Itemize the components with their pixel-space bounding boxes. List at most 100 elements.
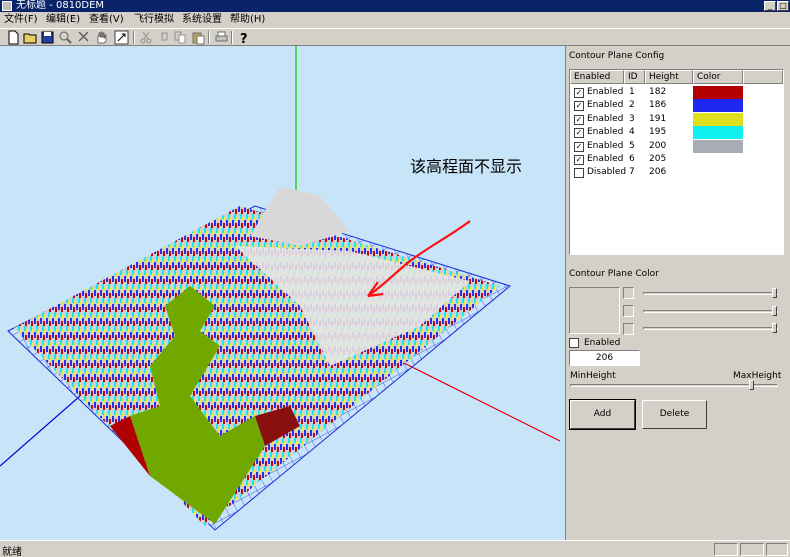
terrain-render: 该高程面不显示: [0, 46, 561, 531]
help-icon[interactable]: ?: [236, 30, 251, 47]
delete-button[interactable]: Delete: [642, 400, 707, 429]
green-slider[interactable]: [643, 306, 778, 316]
row-status: Enabled: [587, 100, 624, 111]
open-icon[interactable]: [23, 30, 38, 45]
row-checkbox[interactable]: [574, 168, 584, 179]
row-color-swatch[interactable]: [693, 139, 743, 153]
contour-row[interactable]: ✓ Enabled 2 186: [570, 99, 783, 113]
row-status: Enabled: [587, 127, 624, 138]
pan-hand-icon[interactable]: [94, 30, 109, 45]
status-text: 就绪: [2, 547, 22, 557]
new-icon[interactable]: [6, 30, 21, 45]
enabled-label: Enabled: [584, 338, 621, 348]
print-icon[interactable]: [214, 30, 229, 45]
toolbar-separator: [231, 31, 233, 44]
color-preview: [569, 287, 620, 334]
min-height-label: MinHeight: [570, 371, 616, 381]
row-status: Enabled: [587, 113, 624, 124]
row-checkbox[interactable]: ✓: [574, 141, 584, 152]
zoom-icon[interactable]: [58, 30, 73, 45]
contour-row[interactable]: Disabled 7 206: [570, 166, 783, 179]
col-enabled[interactable]: Enabled: [570, 70, 624, 84]
clipboard-icon[interactable]: [191, 30, 206, 45]
blue-slider-thumb[interactable]: [772, 323, 777, 333]
row-id: 2: [629, 100, 635, 111]
row-checkbox[interactable]: ✓: [574, 101, 584, 112]
minimize-button[interactable]: _: [764, 1, 776, 11]
row-color-swatch[interactable]: [693, 153, 743, 166]
height-slider-thumb[interactable]: [749, 380, 754, 390]
row-height: 206: [649, 167, 667, 178]
contour-row[interactable]: ✓ Enabled 6 205: [570, 153, 783, 166]
menu-file[interactable]: 文件(F): [4, 13, 38, 26]
toolbar-separator: [208, 31, 210, 44]
row-color-swatch[interactable]: [693, 99, 743, 113]
contour-row[interactable]: ✓ Enabled 4 195: [570, 126, 783, 140]
row-status: Enabled: [587, 154, 624, 164]
menu-flight-sim[interactable]: 飞行模拟: [134, 13, 174, 26]
col-height[interactable]: Height: [645, 70, 693, 84]
max-height-label: MaxHeight: [733, 371, 782, 381]
height-input[interactable]: 206: [569, 350, 640, 366]
height-slider[interactable]: [570, 380, 778, 390]
row-height: 191: [649, 113, 667, 124]
enabled-checkbox[interactable]: [569, 338, 579, 348]
maximize-button[interactable]: □: [777, 1, 789, 11]
menu-system-settings[interactable]: 系统设置: [182, 13, 222, 26]
contour-panel: Contour Plane Config Enabled ID Height C…: [566, 46, 790, 540]
status-pane: [714, 543, 738, 556]
green-channel-box: [623, 305, 634, 317]
row-status: Enabled: [587, 140, 624, 151]
row-color-swatch[interactable]: [693, 126, 743, 140]
row-checkbox[interactable]: ✓: [574, 128, 584, 139]
red-slider-thumb[interactable]: [772, 288, 777, 298]
contour-row[interactable]: ✓ Enabled 5 200: [570, 139, 783, 153]
title-bar: 无标题 - 0810DEM _ □: [0, 0, 790, 12]
window-title: 无标题 - 0810DEM: [16, 0, 105, 11]
paste-icon[interactable]: [173, 30, 188, 45]
row-checkbox[interactable]: ✓: [574, 88, 584, 98]
status-pane: [740, 543, 764, 556]
contour-list[interactable]: Enabled ID Height Color ✓ Enabled 1 182 ✓ Ena…: [569, 69, 784, 255]
cut-icon[interactable]: [139, 30, 154, 45]
row-color-swatch[interactable]: [693, 112, 743, 126]
red-slider[interactable]: [643, 288, 778, 298]
row-height: 182: [649, 87, 667, 97]
row-id: 5: [629, 140, 635, 151]
col-id[interactable]: ID: [624, 70, 645, 84]
config-title: Contour Plane Config: [569, 51, 665, 61]
select-icon[interactable]: [76, 30, 91, 45]
row-id: 3: [629, 113, 635, 124]
blue-slider[interactable]: [643, 323, 778, 333]
row-height: 186: [649, 100, 667, 111]
save-icon[interactable]: [40, 30, 55, 45]
menu-edit[interactable]: 编辑(E): [46, 13, 80, 26]
terrain-3d-view[interactable]: 该高程面不显示: [0, 46, 566, 540]
row-status: Enabled: [587, 87, 624, 97]
row-checkbox[interactable]: ✓: [574, 155, 584, 165]
red-channel-box: [623, 287, 634, 299]
contour-row[interactable]: ✓ Enabled 1 182: [570, 86, 783, 99]
contour-row[interactable]: ✓ Enabled 3 191: [570, 112, 783, 126]
blue-channel-box: [623, 323, 634, 335]
row-height: 200: [649, 140, 667, 151]
row-id: 4: [629, 127, 635, 138]
svg-text:?: ?: [240, 32, 248, 45]
app-icon: [2, 1, 12, 11]
rotate-icon[interactable]: [114, 30, 129, 45]
row-color-swatch[interactable]: [693, 86, 743, 99]
col-empty: [743, 70, 783, 84]
add-button[interactable]: Add: [569, 399, 636, 430]
copy-icon[interactable]: [157, 30, 172, 45]
toolbar-separator: [133, 31, 135, 44]
green-slider-thumb[interactable]: [772, 306, 777, 316]
row-checkbox[interactable]: ✓: [574, 114, 584, 125]
menu-view[interactable]: 查看(V): [89, 13, 124, 26]
row-color-swatch[interactable]: [693, 166, 743, 179]
color-title: Contour Plane Color: [569, 269, 659, 279]
status-bar: 就绪: [0, 540, 790, 557]
col-color[interactable]: Color: [693, 70, 743, 84]
menu-help[interactable]: 帮助(H): [230, 13, 265, 26]
annotation-text: 该高程面不显示: [410, 157, 522, 176]
toolbar: ?: [0, 28, 790, 47]
